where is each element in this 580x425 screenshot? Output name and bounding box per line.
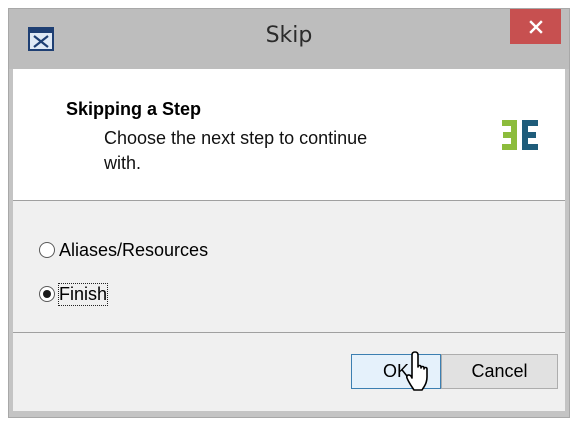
option-label-aliases-resources: Aliases/Resources <box>59 239 209 260</box>
skip-dialog: Skip Skipping a Step Choose the next ste… <box>8 8 570 418</box>
header-description: Choose the next step to continue with. <box>104 128 368 173</box>
radio-finish[interactable] <box>39 286 55 302</box>
option-aliases-resources[interactable]: Aliases/Resources <box>39 237 208 263</box>
mouse-pointer-icon <box>406 351 428 391</box>
close-button[interactable] <box>510 9 561 44</box>
radio-aliases-resources[interactable] <box>39 242 55 258</box>
product-logo-icon <box>502 120 538 150</box>
window-title: Skip <box>265 23 313 48</box>
footer-divider <box>13 332 565 333</box>
title-bar[interactable]: Skip <box>9 9 569 69</box>
dialog-body: Skipping a Step Choose the next step to … <box>13 69 565 411</box>
option-label-finish: Finish <box>57 282 109 306</box>
option-finish[interactable]: Finish <box>39 281 109 307</box>
cancel-button[interactable]: Cancel <box>441 354 558 389</box>
close-icon <box>528 19 543 34</box>
header-divider <box>13 200 565 201</box>
header-panel: Skipping a Step Choose the next step to … <box>13 69 565 200</box>
header-title: Skipping a Step <box>66 99 202 119</box>
